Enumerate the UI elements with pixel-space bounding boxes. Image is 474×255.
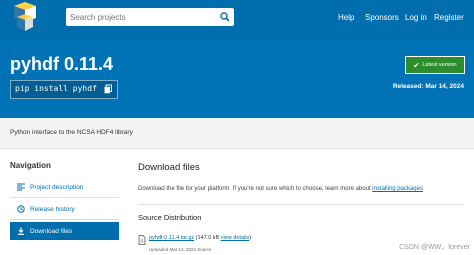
nav-help[interactable]: Help — [338, 13, 354, 22]
check-icon — [413, 62, 419, 68]
upload-info: Uploaded Mar 14, 2024 Source — [149, 247, 212, 252]
package-header: pyhdf 0.11.4 pip install pyhdf Latest ve… — [0, 40, 474, 118]
pip-command: pip install pyhdf — [15, 84, 97, 93]
sidebar-item-label: Project description — [30, 183, 84, 191]
search-input[interactable] — [66, 8, 215, 26]
nav-login[interactable]: Log in — [405, 13, 427, 22]
file-download-link[interactable]: pyhdf-0.11.4.tar.gz — [149, 235, 194, 241]
align-left-icon — [16, 182, 26, 192]
pip-command-box: pip install pyhdf — [10, 80, 118, 99]
download-icon — [16, 226, 26, 236]
file-icon — [138, 235, 146, 245]
view-details-link[interactable]: view details — [221, 235, 249, 241]
summary-band: Python interface to the NCSA HDF4 librar… — [0, 118, 474, 149]
watermark: CSDN @WW、forever — [399, 244, 470, 251]
source-distribution-heading: Source Distribution — [138, 213, 202, 222]
latest-version-label: Latest version — [422, 62, 457, 68]
nav-sponsors[interactable]: Sponsors — [365, 13, 399, 22]
download-description: Download the file for your platform. If … — [138, 186, 423, 192]
search-button[interactable] — [216, 8, 234, 26]
sidebar-divider — [10, 219, 119, 220]
search-icon — [220, 12, 230, 22]
package-summary: Python interface to the NCSA HDF4 librar… — [10, 129, 133, 136]
nav-register[interactable]: Register — [434, 13, 464, 22]
sidebar-item-project-description[interactable]: Project description — [10, 178, 119, 196]
sidebar-item-download-files[interactable]: Download files — [10, 222, 119, 240]
pypi-logo[interactable] — [8, 0, 42, 34]
download-files-heading: Download files — [138, 162, 200, 173]
package-title: pyhdf 0.11.4 — [10, 54, 114, 74]
file-size-close: ) — [249, 235, 252, 241]
sidebar-item-label: Download files — [30, 227, 73, 235]
file-entry: pyhdf-0.11.4.tar.gz (147.0 kB view detai… — [149, 235, 251, 241]
navigation-heading: Navigation — [10, 161, 51, 170]
main-content: Navigation Project description Release h… — [0, 149, 474, 255]
sidebar-item-label: Release history — [30, 205, 75, 213]
top-bar: Help Sponsors Log in Register — [0, 0, 474, 40]
copy-icon[interactable] — [103, 84, 113, 94]
search-box — [66, 8, 234, 26]
section-divider — [138, 204, 464, 205]
sidebar-item-release-history[interactable]: Release history — [10, 200, 119, 218]
description-text: Download the file for your platform. If … — [138, 186, 373, 192]
latest-version-button[interactable]: Latest version — [405, 56, 465, 74]
installing-packages-link[interactable]: installing packages — [372, 186, 423, 192]
release-date: Released: Mar 14, 2024 — [392, 83, 464, 90]
history-icon — [16, 204, 26, 214]
sidebar-divider — [10, 197, 119, 198]
file-size: (147.0 kB — [194, 235, 221, 241]
